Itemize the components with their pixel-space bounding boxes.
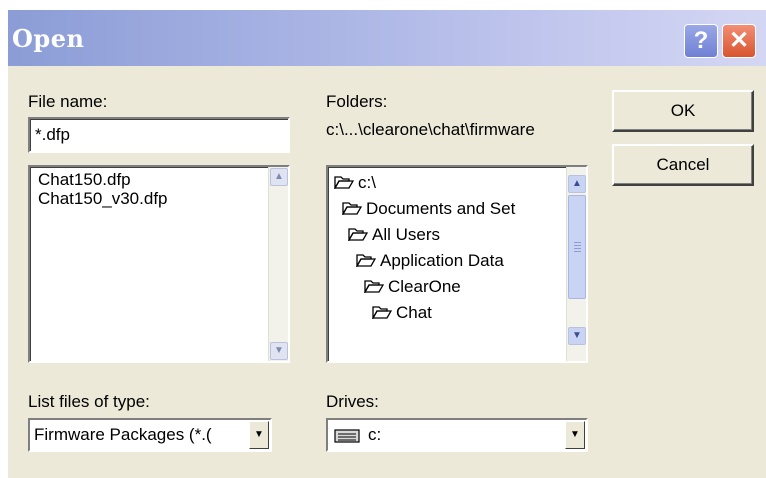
folder-item-c-root[interactable]: c:\ — [334, 173, 376, 193]
file-list[interactable]: Chat150.dfp Chat150_v30.dfp ▲ ▼ — [28, 165, 290, 363]
current-path: c:\...\clearone\chat\firmware — [326, 120, 535, 139]
file-name-input[interactable]: *.dfp — [28, 117, 290, 153]
file-type-select[interactable]: Firmware Packages (*.( ▼ — [28, 418, 272, 452]
folder-item-clearone[interactable]: ClearOne — [364, 277, 461, 297]
folders-label: Folders: — [326, 92, 388, 111]
ok-button[interactable]: OK — [612, 90, 754, 132]
dialog-title: Open — [12, 24, 85, 53]
title-bar[interactable]: Open ? ✕ — [8, 10, 766, 66]
chevron-down-icon[interactable]: ▼ — [249, 421, 269, 449]
scroll-down-icon[interactable]: ▼ — [270, 342, 288, 360]
open-folder-icon — [342, 202, 362, 215]
open-folder-icon — [372, 306, 392, 319]
drives-select[interactable]: c: ▼ — [326, 418, 588, 452]
open-folder-icon — [364, 280, 384, 293]
folder-item-documents[interactable]: Documents and Set — [342, 199, 515, 219]
folder-tree-scrollbar[interactable]: ▲ ▼ — [566, 167, 586, 361]
folder-item-all-users[interactable]: All Users — [348, 225, 440, 245]
open-folder-icon — [348, 228, 368, 241]
open-dialog: Open ? ✕ File name: *.dfp Chat150.dfp Ch… — [8, 10, 766, 478]
file-type-label: List files of type: — [28, 392, 150, 411]
folder-item-chat[interactable]: Chat — [372, 303, 432, 323]
open-folder-icon — [334, 176, 354, 189]
scroll-down-icon[interactable]: ▼ — [568, 327, 586, 345]
help-button[interactable]: ? — [684, 24, 718, 58]
file-name-value: *.dfp — [35, 125, 70, 144]
chevron-down-icon[interactable]: ▼ — [565, 421, 585, 449]
scroll-up-icon[interactable]: ▲ — [270, 168, 288, 186]
scroll-thumb[interactable] — [568, 195, 586, 299]
file-list-item[interactable]: Chat150.dfp — [38, 170, 131, 190]
file-name-label: File name: — [28, 92, 108, 111]
cancel-button[interactable]: Cancel — [612, 144, 754, 186]
drive-value: c: — [368, 425, 382, 444]
file-list-scrollbar[interactable]: ▲ ▼ — [268, 167, 288, 361]
folder-item-application-data[interactable]: Application Data — [356, 251, 504, 271]
open-folder-icon — [356, 254, 376, 267]
file-list-item[interactable]: Chat150_v30.dfp — [38, 189, 168, 209]
close-button[interactable]: ✕ — [722, 24, 756, 58]
folder-tree[interactable]: c:\ Documents and Set All Users Applicat… — [326, 165, 588, 363]
file-type-value: Firmware Packages (*.( — [34, 425, 212, 444]
drives-label: Drives: — [326, 392, 379, 411]
hard-drive-icon — [334, 429, 360, 443]
scroll-up-icon[interactable]: ▲ — [568, 175, 586, 193]
